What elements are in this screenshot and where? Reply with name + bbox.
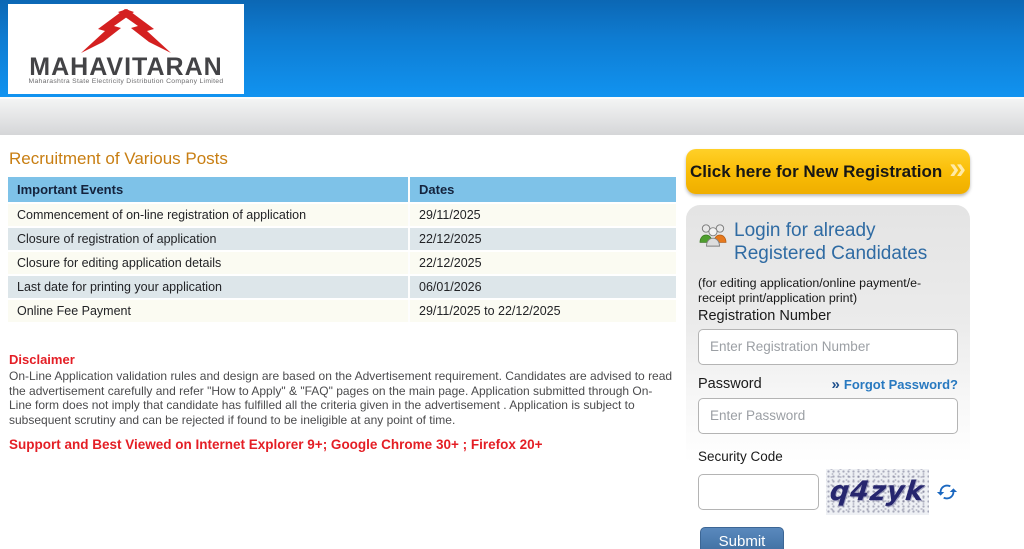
date-cell: 06/01/2026: [410, 276, 676, 298]
login-note: (for editing application/online payment/…: [698, 276, 958, 306]
event-cell: Last date for printing your application: [8, 276, 410, 298]
table-row: Commencement of on-line registration of …: [8, 204, 676, 226]
registration-number-input[interactable]: [698, 329, 958, 365]
header-banner: MAHAVITARAN Maharashtra State Electricit…: [0, 0, 1024, 97]
security-code-input[interactable]: [698, 474, 819, 510]
page-title: Recruitment of Various Posts: [9, 149, 228, 169]
date-cell: 29/11/2025: [410, 204, 676, 226]
captcha-text: q4zyk: [829, 476, 927, 507]
captcha-row: q4zyk: [698, 469, 958, 515]
table-header-row: Important Events Dates: [8, 177, 676, 202]
table-row: Last date for printing your application …: [8, 276, 676, 298]
event-cell: Closure for editing application details: [8, 252, 410, 274]
refresh-icon: [936, 481, 958, 503]
double-chevron-icon: »: [949, 159, 966, 179]
date-cell: 29/11/2025 to 22/12/2025: [410, 300, 676, 322]
lightning-bolts-icon: [51, 9, 201, 59]
login-panel-header: Login for already Registered Candidates: [698, 219, 958, 265]
date-cell: 22/12/2025: [410, 252, 676, 274]
login-panel: Login for already Registered Candidates …: [686, 205, 970, 549]
important-events-table: Important Events Dates Commencement of o…: [8, 175, 676, 324]
registered-candidates-icon: [698, 222, 728, 248]
registration-number-label: Registration Number: [698, 308, 958, 324]
login-title-line1: Login for already: [734, 219, 927, 242]
captcha-refresh-button[interactable]: [936, 481, 958, 503]
recruitment-portal-page: MAHAVITARAN Maharashtra State Electricit…: [0, 0, 1024, 549]
forgot-password-label: Forgot Password?: [844, 377, 958, 392]
captcha-image: q4zyk: [826, 469, 929, 515]
table-row: Online Fee Payment 29/11/2025 to 22/12/2…: [8, 300, 676, 322]
event-cell: Closure of registration of application: [8, 228, 410, 250]
password-input[interactable]: [698, 398, 958, 434]
logo-tagline: Maharashtra State Electricity Distributi…: [8, 78, 244, 85]
submit-button[interactable]: Submit: [700, 527, 784, 549]
date-cell: 22/12/2025: [410, 228, 676, 250]
mahavitaran-logo: MAHAVITARAN Maharashtra State Electricit…: [8, 4, 244, 94]
password-row: Password » Forgot Password?: [698, 376, 958, 393]
forgot-password-link[interactable]: » Forgot Password?: [832, 376, 958, 393]
login-title-line2: Registered Candidates: [734, 242, 927, 265]
table-row: Closure of registration of application 2…: [8, 228, 676, 250]
event-cell: Commencement of on-line registration of …: [8, 204, 410, 226]
password-label: Password: [698, 376, 762, 392]
new-registration-label: Click here for New Registration: [690, 162, 942, 182]
subheader-band: [0, 97, 1024, 135]
new-registration-button[interactable]: Click here for New Registration »: [686, 149, 970, 194]
disclaimer-text: On-Line Application validation rules and…: [9, 369, 675, 427]
login-title: Login for already Registered Candidates: [734, 219, 927, 265]
table-row: Closure for editing application details …: [8, 252, 676, 274]
browser-support-note: Support and Best Viewed on Internet Expl…: [9, 437, 543, 452]
event-cell: Online Fee Payment: [8, 300, 410, 322]
logo-wordmark: MAHAVITARAN: [8, 57, 244, 78]
column-header-important-events: Important Events: [8, 177, 410, 202]
chevron-right-icon: »: [832, 376, 840, 393]
disclaimer-heading: Disclaimer: [9, 352, 75, 367]
column-header-dates: Dates: [410, 177, 676, 202]
security-code-label: Security Code: [698, 449, 958, 464]
